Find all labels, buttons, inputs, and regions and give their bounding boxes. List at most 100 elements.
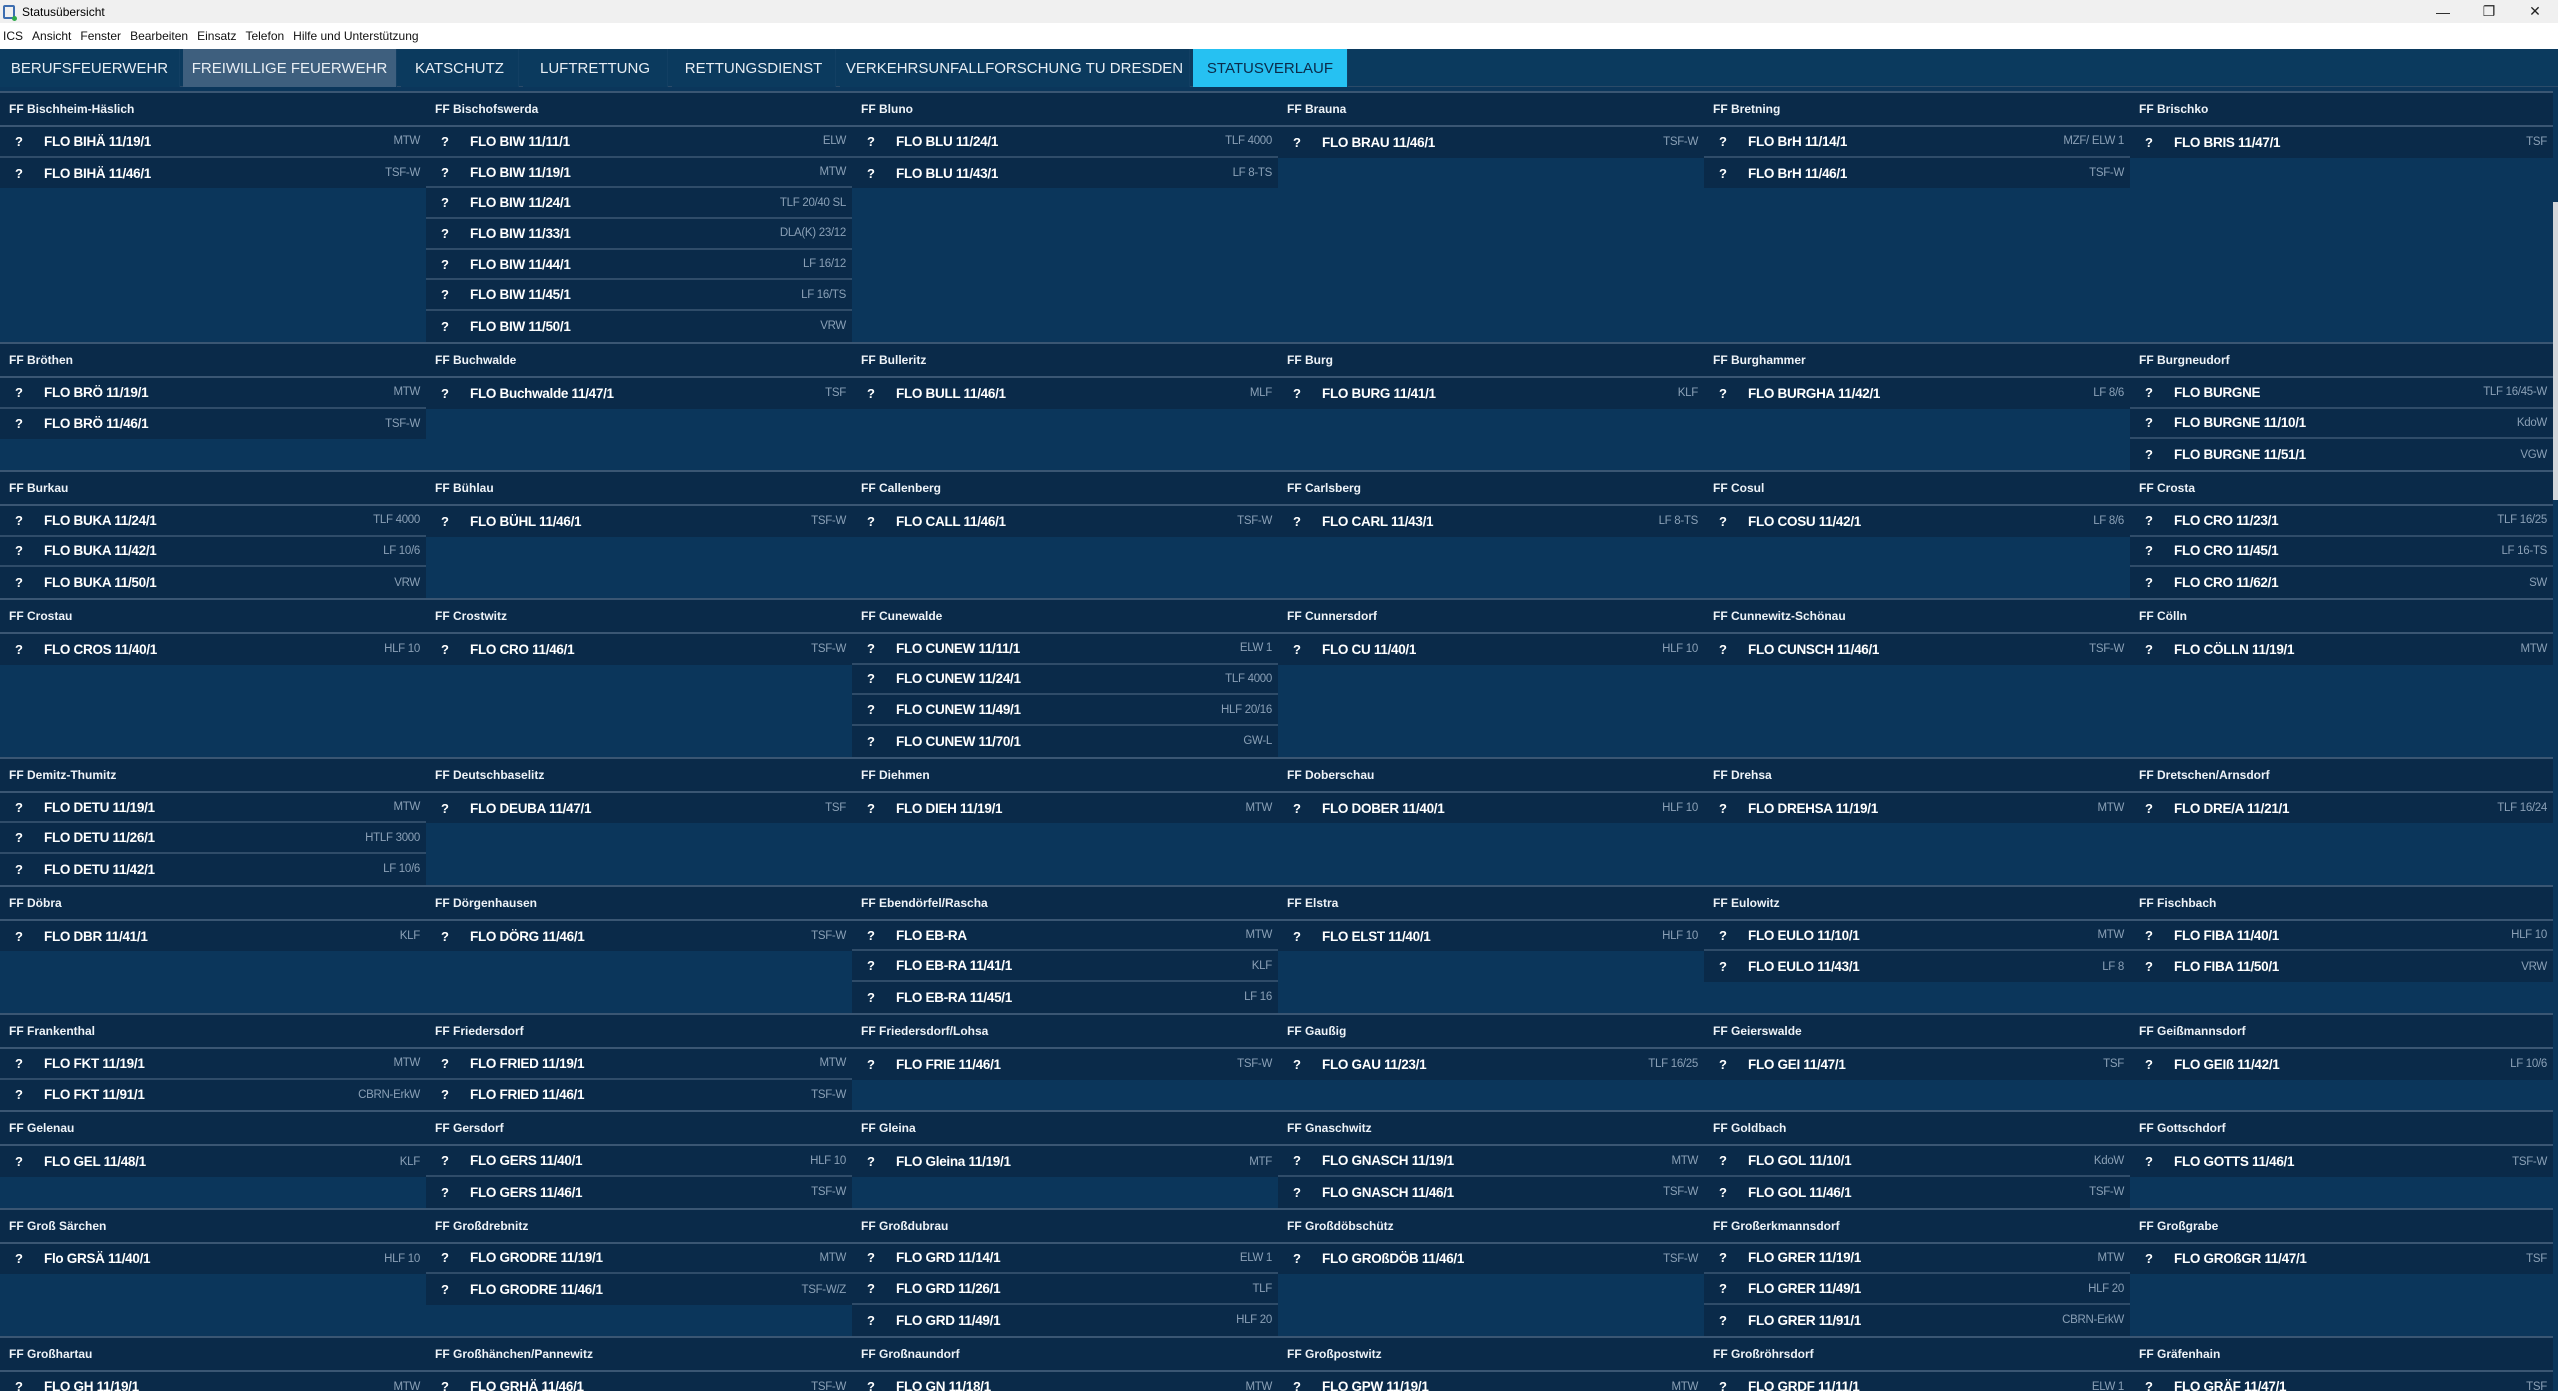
vehicle-row[interactable]: ? FLO FRIED 11/19/1 MTW (426, 1048, 852, 1080)
vehicle-row[interactable]: ? FLO GRER 11/91/1 CBRN-ErkW (1704, 1304, 2130, 1336)
vehicle-row[interactable]: ? FLO BRÖ 11/46/1 TSF-W (0, 408, 426, 440)
vehicle-row[interactable]: ? FLO BIW 11/19/1 MTW (426, 157, 852, 189)
vehicle-row[interactable]: ? FLO FKT 11/19/1 MTW (0, 1048, 426, 1080)
vehicle-row[interactable]: ? FLO EB-RA 11/45/1 LF 16 (852, 982, 1278, 1013)
close-button[interactable]: ✕ (2512, 0, 2558, 23)
vehicle-row[interactable]: ? FLO DRE/A 11/21/1 TLF 16/24 (2130, 792, 2553, 824)
vehicle-row[interactable]: ? FLO GPW 11/19/1 MTW (1278, 1371, 1704, 1391)
menu-fenster[interactable]: Fenster (80, 29, 121, 43)
menu-hilfe[interactable]: Hilfe und Unterstützung (293, 29, 418, 43)
menu-ansicht[interactable]: Ansicht (32, 29, 71, 43)
vehicle-row[interactable]: ? FLO GH 11/19/1 MTW (0, 1371, 426, 1391)
vehicle-row[interactable]: ? FLO BIW 11/33/1 DLA(K) 23/12 (426, 219, 852, 250)
vehicle-row[interactable]: ? FLO BURG 11/41/1 KLF (1278, 377, 1704, 409)
vehicle-row[interactable]: ? FLO GRHÄ 11/46/1 TSF-W (426, 1371, 852, 1391)
vehicle-row[interactable]: ? FLO BIW 11/11/1 ELW (426, 127, 852, 158)
menu-ics[interactable]: ICS (3, 29, 23, 43)
vehicle-row[interactable]: ? FLO BURGNE 11/51/1 VGW (2130, 439, 2553, 470)
menu-einsatz[interactable]: Einsatz (197, 29, 236, 43)
vehicle-row[interactable]: ? FLO FRIED 11/46/1 TSF-W (426, 1079, 852, 1111)
vehicle-row[interactable]: ? FLO EB-RA MTW (852, 920, 1278, 952)
vehicle-row[interactable]: ? FLO GERS 11/46/1 TSF-W (426, 1176, 852, 1208)
vehicle-row[interactable]: ? FLO GERS 11/40/1 HLF 10 (426, 1146, 852, 1177)
vehicle-row[interactable]: ? FLO COSU 11/42/1 LF 8/6 (1704, 505, 2130, 537)
vehicle-row[interactable]: ? FLO GRD 11/14/1 ELW 1 (852, 1243, 1278, 1275)
vehicle-row[interactable]: ? FLO BIW 11/24/1 TLF 20/40 SL (426, 188, 852, 220)
vehicle-row[interactable]: ? FLO BrH 11/14/1 MZF/ ELW 1 (1704, 127, 2130, 158)
vehicle-row[interactable]: ? FLO GEI 11/47/1 TSF (1704, 1048, 2130, 1080)
tab-luftrettung[interactable]: LUFTRETTUNG (523, 49, 668, 87)
vehicle-row[interactable]: ? FLO GEIß 11/42/1 LF 10/6 (2130, 1048, 2553, 1080)
vehicle-row[interactable]: ? FLO BLU 11/43/1 LF 8-TS (852, 157, 1278, 189)
vehicle-row[interactable]: ? FLO CARL 11/43/1 LF 8-TS (1278, 505, 1704, 537)
vehicle-row[interactable]: ? FLO FRIE 11/46/1 TSF-W (852, 1048, 1278, 1080)
vehicle-row[interactable]: ? FLO BIW 11/50/1 VRW (426, 311, 852, 342)
vehicle-row[interactable]: ? FLO GRER 11/49/1 HLF 20 (1704, 1274, 2130, 1305)
vehicle-row[interactable]: ? FLO BURGHA 11/42/1 LF 8/6 (1704, 377, 2130, 409)
vehicle-row[interactable]: ? FLO GRD 11/49/1 HLF 20 (852, 1304, 1278, 1336)
vehicle-row[interactable]: ? FLO GN 11/18/1 MTW (852, 1371, 1278, 1391)
minimize-button[interactable]: — (2420, 0, 2466, 23)
vehicle-row[interactable]: ? FLO GRÄF 11/47/1 TSF (2130, 1371, 2553, 1391)
vehicle-row[interactable]: ? FLO GRDF 11/11/1 ELW 1 (1704, 1371, 2130, 1391)
vehicle-row[interactable]: ? FLO CRO 11/23/1 TLF 16/25 (2130, 505, 2553, 537)
vehicle-row[interactable]: ? FLO CRO 11/46/1 TSF-W (426, 633, 852, 665)
tab-rettungsdienst[interactable]: RETTUNGSDIENST (672, 49, 836, 87)
vehicle-row[interactable]: ? FLO EULO 11/43/1 LF 8 (1704, 951, 2130, 983)
vehicle-row[interactable]: ? FLO BIHÄ 11/19/1 MTW (0, 127, 426, 158)
tab-freiwillige-feuerwehr[interactable]: FREIWILLIGE FEUERWEHR (183, 49, 397, 87)
vehicle-row[interactable]: ? FLO BrH 11/46/1 TSF-W (1704, 157, 2130, 189)
vehicle-row[interactable]: ? FLO GAU 11/23/1 TLF 16/25 (1278, 1048, 1704, 1080)
vehicle-row[interactable]: ? FLO BUKA 11/42/1 LF 10/6 (0, 536, 426, 568)
vehicle-row[interactable]: ? FLO CÖLLN 11/19/1 MTW (2130, 633, 2553, 665)
scrollbar-thumb[interactable] (2553, 202, 2558, 500)
vehicle-row[interactable]: ? FLO GOL 11/46/1 TSF-W (1704, 1176, 2130, 1208)
vehicle-row[interactable]: ? FLO DETU 11/19/1 MTW (0, 792, 426, 824)
vehicle-row[interactable]: ? FLO BUKA 11/24/1 TLF 4000 (0, 505, 426, 537)
menu-bearbeiten[interactable]: Bearbeiten (130, 29, 188, 43)
tab-statusverlauf[interactable]: STATUSVERLAUF (1193, 49, 1348, 87)
vehicle-row[interactable]: ? FLO BIW 11/45/1 LF 16/TS (426, 280, 852, 312)
vehicle-row[interactable]: ? FLO CRO 11/45/1 LF 16-TS (2130, 536, 2553, 568)
vehicle-row[interactable]: ? FLO BIHÄ 11/46/1 TSF-W (0, 157, 426, 189)
vehicle-row[interactable]: ? FLO CALL 11/46/1 TSF-W (852, 505, 1278, 537)
vehicle-row[interactable]: ? FLO CRO 11/62/1 SW (2130, 567, 2553, 598)
vehicle-row[interactable]: ? FLO CROS 11/40/1 HLF 10 (0, 633, 426, 665)
vehicle-row[interactable]: ? FLO DREHSA 11/19/1 MTW (1704, 792, 2130, 824)
vehicle-row[interactable]: ? FLO CUNSCH 11/46/1 TSF-W (1704, 633, 2130, 665)
vehicle-row[interactable]: ? Flo GRSÄ 11/40/1 HLF 10 (0, 1243, 426, 1275)
vehicle-row[interactable]: ? FLO GNASCH 11/19/1 MTW (1278, 1146, 1704, 1177)
vehicle-row[interactable]: ? FLO FIBA 11/40/1 HLF 10 (2130, 920, 2553, 952)
vehicle-row[interactable]: ? FLO CUNEW 11/11/1 ELW 1 (852, 633, 1278, 665)
vehicle-row[interactable]: ? FLO CUNEW 11/24/1 TLF 4000 (852, 664, 1278, 696)
vehicle-row[interactable]: ? FLO FKT 11/91/1 CBRN-ErkW (0, 1079, 426, 1111)
vehicle-row[interactable]: ? FLO DÖRG 11/46/1 TSF-W (426, 920, 852, 952)
vehicle-row[interactable]: ? FLO BRIS 11/47/1 TSF (2130, 127, 2553, 158)
vehicle-row[interactable]: ? FLO GRER 11/19/1 MTW (1704, 1243, 2130, 1275)
tab-berufsfeuerwehr[interactable]: BERUFSFEUERWEHR (0, 49, 180, 87)
vehicle-row[interactable]: ? FLO EULO 11/10/1 MTW (1704, 920, 2130, 952)
vehicle-row[interactable]: ? FLO ELST 11/40/1 HLF 10 (1278, 920, 1704, 952)
vehicle-row[interactable]: ? FLO DOBER 11/40/1 HLF 10 (1278, 792, 1704, 824)
vehicle-row[interactable]: ? FLO BLU 11/24/1 TLF 4000 (852, 127, 1278, 158)
tab-verkehrsunfallforschung[interactable]: VERKEHRSUNFALLFORSCHUNG TU DRESDEN (840, 49, 1190, 87)
tab-katschutz[interactable]: KATSCHUTZ (401, 49, 519, 87)
vehicle-row[interactable]: ? FLO GRODRE 11/46/1 TSF-W/Z (426, 1274, 852, 1305)
vehicle-row[interactable]: ? FLO GOTTS 11/46/1 TSF-W (2130, 1146, 2553, 1177)
vehicle-row[interactable]: ? FLO EB-RA 11/41/1 KLF (852, 951, 1278, 983)
vehicle-row[interactable]: ? FLO CUNEW 11/70/1 GW-L (852, 726, 1278, 757)
vehicle-row[interactable]: ? FLO Buchwalde 11/47/1 TSF (426, 377, 852, 409)
vehicle-row[interactable]: ? FLO BURGNE TLF 16/45-W (2130, 377, 2553, 409)
vehicle-row[interactable]: ? FLO DETU 11/42/1 LF 10/6 (0, 854, 426, 885)
vehicle-row[interactable]: ? FLO BRÖ 11/19/1 MTW (0, 377, 426, 409)
vehicle-row[interactable]: ? FLO GROßGR 11/47/1 TSF (2130, 1243, 2553, 1275)
vehicle-row[interactable]: ? FLO CUNEW 11/49/1 HLF 20/16 (852, 695, 1278, 726)
vehicle-row[interactable]: ? FLO FIBA 11/50/1 VRW (2130, 951, 2553, 983)
menu-telefon[interactable]: Telefon (245, 29, 284, 43)
vehicle-row[interactable]: ? FLO BULL 11/46/1 MLF (852, 377, 1278, 409)
vehicle-row[interactable]: ? FLO GRODRE 11/19/1 MTW (426, 1243, 852, 1275)
restore-button[interactable]: ❐ (2466, 0, 2512, 23)
vehicle-row[interactable]: ? FLO DETU 11/26/1 HTLF 3000 (0, 823, 426, 855)
vehicle-row[interactable]: ? FLO GEL 11/48/1 KLF (0, 1146, 426, 1177)
vehicle-row[interactable]: ? FLO BUKA 11/50/1 VRW (0, 567, 426, 598)
